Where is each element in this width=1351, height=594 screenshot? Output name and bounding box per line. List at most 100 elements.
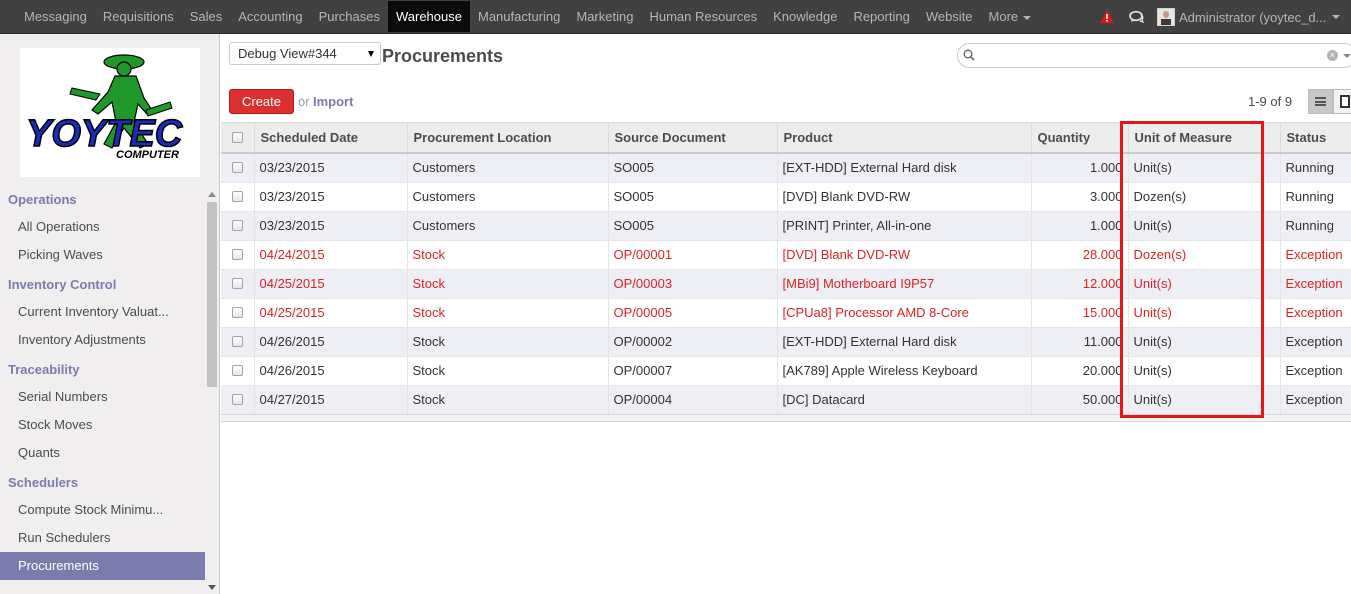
- sidebar-item-all-operations[interactable]: All Operations: [0, 213, 205, 241]
- clear-search-icon[interactable]: ×: [1327, 50, 1338, 61]
- cell-status: Running: [1280, 153, 1351, 183]
- row-checkbox[interactable]: [231, 249, 243, 260]
- row-checkbox[interactable]: [231, 220, 243, 231]
- cell-product: [EXT-HDD] External Hard disk: [777, 153, 1032, 183]
- sidebar-scrollbar[interactable]: [205, 184, 219, 594]
- menu-more[interactable]: More: [981, 0, 1040, 34]
- row-select-cell[interactable]: [221, 298, 255, 328]
- company-logo[interactable]: YOYTEC COMPUTER: [20, 48, 200, 177]
- row-checkbox[interactable]: [231, 278, 243, 289]
- column-scheduled-date[interactable]: Scheduled Date: [254, 123, 408, 154]
- cell-product: [DVD] Blank DVD-RW: [777, 240, 1032, 270]
- sidebar-item-inventory-valuation[interactable]: Current Inventory Valuat...: [0, 298, 205, 326]
- column-status[interactable]: Status: [1280, 123, 1351, 154]
- cell-unit-of-measure: Unit(s): [1128, 298, 1281, 328]
- menu-sales[interactable]: Sales: [182, 0, 231, 34]
- row-checkbox[interactable]: [231, 307, 243, 318]
- table-row[interactable]: 04/26/2015 Stock OP/00002 [EXT-HDD] Externa…: [221, 327, 1351, 357]
- select-all-checkbox[interactable]: [231, 132, 243, 143]
- row-select-cell[interactable]: [221, 211, 255, 241]
- row-select-cell[interactable]: [221, 327, 255, 357]
- menu-human-resources[interactable]: Human Resources: [641, 0, 765, 34]
- menu-reporting[interactable]: Reporting: [845, 0, 917, 34]
- row-checkbox[interactable]: [231, 394, 243, 405]
- form-view-button[interactable]: [1333, 89, 1351, 114]
- sidebar-item-inventory-adjustments[interactable]: Inventory Adjustments: [0, 326, 205, 354]
- table-row[interactable]: 04/25/2015 Stock OP/00005 [CPUa8] Processor…: [221, 298, 1351, 328]
- scroll-down-icon[interactable]: [208, 585, 216, 590]
- menu-purchases[interactable]: Purchases: [311, 0, 388, 34]
- table-row[interactable]: 04/24/2015 Stock OP/00001 [DVD] Blank DVD-R…: [221, 240, 1351, 270]
- cell-status: Exception: [1280, 356, 1351, 386]
- scrollbar-thumb[interactable]: [207, 202, 217, 387]
- menu-manufacturing[interactable]: Manufacturing: [470, 0, 568, 34]
- column-unit-of-measure[interactable]: Unit of Measure: [1128, 123, 1281, 154]
- view-switcher: [1308, 89, 1351, 114]
- menu-accounting[interactable]: Accounting: [230, 0, 310, 34]
- cell-unit-of-measure: Unit(s): [1128, 269, 1281, 299]
- table-row[interactable]: 04/26/2015 Stock OP/00007 [AK789] Apple Wir…: [221, 356, 1351, 386]
- cell-scheduled-date: 04/24/2015: [254, 240, 408, 270]
- sidebar-item-picking-waves[interactable]: Picking Waves: [0, 241, 205, 269]
- row-select-cell[interactable]: [221, 153, 255, 183]
- cell-status: Exception: [1280, 327, 1351, 357]
- cell-source-document: OP/00005: [608, 298, 778, 328]
- column-quantity[interactable]: Quantity: [1031, 123, 1129, 154]
- menu-warehouse[interactable]: Warehouse: [387, 1, 470, 32]
- menu-knowledge[interactable]: Knowledge: [765, 0, 845, 34]
- row-select-cell[interactable]: [221, 240, 255, 270]
- column-procurement-location[interactable]: Procurement Location: [407, 123, 609, 154]
- column-product[interactable]: Product: [777, 123, 1032, 154]
- row-select-cell[interactable]: [221, 182, 255, 212]
- cell-product: [DVD] Blank DVD-RW: [777, 182, 1032, 212]
- cell-location: Stock: [407, 240, 609, 270]
- menu-requisitions[interactable]: Requisitions: [95, 0, 182, 34]
- table-row[interactable]: 03/23/2015 Customers SO005 [DVD] Blank DVD-…: [221, 182, 1351, 212]
- cell-location: Customers: [407, 153, 609, 183]
- list-view-button[interactable]: [1308, 89, 1333, 114]
- cell-unit-of-measure: Unit(s): [1128, 385, 1281, 415]
- cell-source-document: OP/00003: [608, 269, 778, 299]
- main-menu: Messaging Requisitions Sales Accounting …: [16, 0, 1039, 34]
- debug-view-select[interactable]: Debug View#344: [229, 42, 381, 65]
- table-row[interactable]: 03/23/2015 Customers SO005 [EXT-HDD] Extern…: [221, 153, 1351, 183]
- create-button[interactable]: Create: [229, 89, 294, 114]
- menu-messaging[interactable]: Messaging: [16, 0, 95, 34]
- sidebar-item-compute-stock-minimum[interactable]: Compute Stock Minimu...: [0, 496, 205, 524]
- cell-unit-of-measure: Unit(s): [1128, 327, 1281, 357]
- sidebar-item-quants[interactable]: Quants: [0, 439, 205, 467]
- search-options-caret-icon[interactable]: [1343, 54, 1351, 58]
- row-checkbox[interactable]: [231, 191, 243, 202]
- menu-marketing[interactable]: Marketing: [568, 0, 641, 34]
- sidebar-item-serial-numbers[interactable]: Serial Numbers: [0, 383, 205, 411]
- search-input[interactable]: ×: [957, 43, 1351, 68]
- menu-website[interactable]: Website: [918, 0, 981, 34]
- table-row[interactable]: 03/23/2015 Customers SO005 [PRINT] Printer,…: [221, 211, 1351, 241]
- chat-icon[interactable]: [1129, 9, 1145, 25]
- warning-icon[interactable]: [1099, 9, 1115, 25]
- sidebar-item-procurements[interactable]: Procurements: [0, 552, 205, 580]
- table-row[interactable]: 04/27/2015 Stock OP/00004 [DC] Datacard 50.0…: [221, 385, 1351, 415]
- row-select-cell[interactable]: [221, 385, 255, 415]
- sidebar-item-run-schedulers[interactable]: Run Schedulers: [0, 524, 205, 552]
- cell-status: Exception: [1280, 269, 1351, 299]
- pager-value[interactable]: 1-9 of 9: [1248, 94, 1292, 109]
- page-title: Procurements: [382, 46, 504, 66]
- row-select-cell[interactable]: [221, 269, 255, 299]
- user-menu[interactable]: Administrator (yoytec_d...: [1157, 8, 1351, 26]
- section-operations: Operations: [8, 192, 77, 207]
- cell-quantity: 3.000: [1031, 182, 1129, 212]
- row-checkbox[interactable]: [231, 162, 243, 174]
- cell-scheduled-date: 04/26/2015: [254, 356, 408, 386]
- row-checkbox[interactable]: [231, 365, 243, 376]
- cell-unit-of-measure: Unit(s): [1128, 211, 1281, 241]
- select-all-cell[interactable]: [221, 123, 255, 154]
- or-label: or: [298, 94, 310, 109]
- row-select-cell[interactable]: [221, 356, 255, 386]
- row-checkbox[interactable]: [231, 336, 243, 347]
- scroll-up-icon[interactable]: [208, 192, 216, 197]
- table-row[interactable]: 04/25/2015 Stock OP/00003 [MBi9] Motherboar…: [221, 269, 1351, 299]
- import-link[interactable]: Import: [313, 94, 353, 109]
- sidebar-item-stock-moves[interactable]: Stock Moves: [0, 411, 205, 439]
- column-source-document[interactable]: Source Document: [608, 123, 778, 154]
